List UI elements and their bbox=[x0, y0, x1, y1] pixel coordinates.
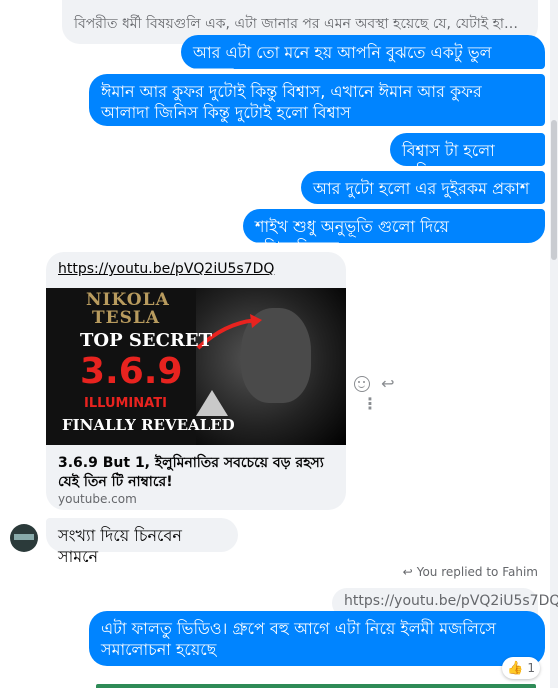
thumbnail-text-top-secret: TOP SECRET bbox=[80, 330, 212, 351]
thumbs-up-icon: 👍 bbox=[507, 661, 524, 676]
pyramid-eye-icon bbox=[196, 390, 228, 416]
reaction-badge[interactable]: 👍 1 bbox=[502, 657, 540, 679]
sent-message-3[interactable]: বিশ্বাস টা হলো অস্তিত্ব bbox=[390, 133, 545, 181]
reply-indicator-text: You replied to Fahim bbox=[416, 565, 538, 579]
video-thumbnail[interactable]: NIKOLA TESLA TOP SECRET 3.6.9 ILLUMINATI… bbox=[46, 288, 346, 445]
link-url[interactable]: https://youtu.be/pVQ2iU5s7DQ bbox=[58, 261, 274, 277]
smiley-icon[interactable] bbox=[354, 375, 370, 392]
received-message[interactable]: সংখ্যা দিয়ে চিনবেন সামনে bbox=[46, 518, 238, 566]
sent-message-1[interactable]: আর এটা তো মনে হয় আপনি বুঝতে একটু ভুল হয… bbox=[181, 35, 545, 83]
thumbnail-text-illuminati: ILLUMINATI bbox=[84, 396, 167, 411]
scrollbar-track[interactable] bbox=[550, 0, 558, 688]
link-domain: youtube.com bbox=[58, 492, 137, 506]
more-vertical-icon[interactable]: ⋮ bbox=[362, 394, 378, 413]
thumbnail-text-tesla: TESLA bbox=[92, 308, 161, 328]
thumbnail-text-nikola: NIKOLA bbox=[86, 290, 170, 310]
sent-message-2[interactable]: ঈমান আর কুফর দুটোই কিন্তু বিশ্বাস, এখানে… bbox=[89, 74, 545, 126]
scrollbar-thumb[interactable] bbox=[551, 120, 557, 260]
thumbnail-text-finally-revealed: FINALLY REVEALED bbox=[62, 416, 235, 434]
thumbnail-text-369: 3.6.9 bbox=[80, 351, 183, 392]
avatar[interactable] bbox=[10, 524, 38, 552]
link-preview-card[interactable]: https://youtu.be/pVQ2iU5s7DQ NIKOLA TESL… bbox=[46, 252, 346, 510]
message-actions: ↩ ⋮ bbox=[354, 373, 418, 413]
sent-message-4[interactable]: আর দুটো হলো এর দুইরকম প্রকাশ bbox=[301, 171, 545, 204]
sent-message-5[interactable]: শাইখ শুধু অনুভূতি গুলো দিয়ে বুঝিয়েছিলে… bbox=[243, 209, 545, 257]
reply-arrow-icon: ↩ bbox=[402, 565, 413, 579]
reply-indicator: ↩ You replied to Fahim bbox=[403, 565, 538, 579]
next-message-edge bbox=[96, 684, 536, 688]
reply-arrow-icon[interactable]: ↩ bbox=[381, 374, 394, 393]
reaction-count: 1 bbox=[527, 661, 535, 675]
link-title[interactable]: 3.6.9 But 1, ইলুমিনাতির সবচেয়ে বড় রহস্… bbox=[58, 454, 328, 492]
reply-message[interactable]: এটা ফালতু ভিডিও। গ্রুপে বহু আগে এটা নিয়… bbox=[89, 611, 545, 666]
